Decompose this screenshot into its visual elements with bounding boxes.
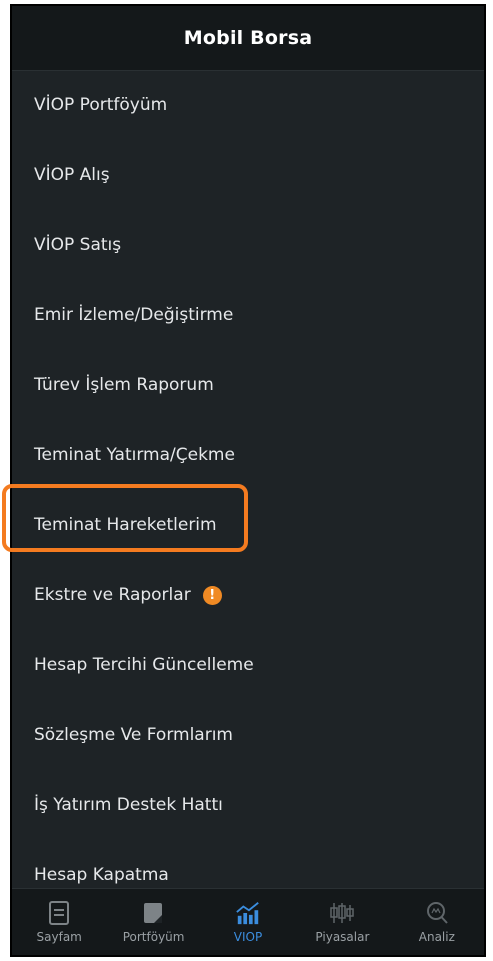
magnifier-icon — [424, 900, 450, 926]
tab-label: Analiz — [418, 930, 455, 944]
tab-label: Sayfam — [36, 930, 82, 944]
tab-label: VIOP — [233, 930, 263, 944]
menu-item-viop-alis[interactable]: VİOP Alış — [12, 145, 484, 205]
warning-badge-icon: ! — [202, 585, 222, 605]
menu-item-viop-satis[interactable]: VİOP Satış — [12, 215, 484, 275]
menu-item-destek-hatti[interactable]: İş Yatırım Destek Hattı — [12, 775, 484, 835]
menu-item-label: Hesap Kapatma — [34, 865, 169, 885]
tab-piyasalar[interactable]: Piyasalar — [295, 889, 389, 955]
menu-item-ekstre-ve-raporlar[interactable]: Ekstre ve Raporlar ! — [12, 565, 484, 625]
menu-item-label: Sözleşme Ve Formlarım — [34, 725, 233, 745]
phone-screen: Mobil Borsa VİOP Portföyüm VİOP Alış VİO… — [10, 4, 486, 957]
tab-sayfam[interactable]: Sayfam — [12, 889, 106, 955]
menu-item-sozlesme-ve-formlarim[interactable]: Sözleşme Ve Formlarım — [12, 705, 484, 765]
menu-item-label: Türev İşlem Raporum — [34, 375, 214, 395]
page-title: Mobil Borsa — [183, 27, 313, 49]
portfolio-icon — [141, 900, 167, 926]
menu-item-label: Emir İzleme/Değiştirme — [34, 305, 234, 325]
menu-item-label: İş Yatırım Destek Hattı — [34, 795, 223, 815]
menu-item-label: Teminat Yatırma/Çekme — [34, 445, 235, 465]
tab-analiz[interactable]: Analiz — [390, 889, 484, 955]
menu-item-teminat-hareketlerim[interactable]: Teminat Hareketlerim — [12, 495, 484, 555]
menu-item-viop-portfoyum[interactable]: VİOP Portföyüm — [12, 75, 484, 135]
menu-item-label: Ekstre ve Raporlar — [34, 585, 191, 605]
menu-item-label: Teminat Hareketlerim — [34, 515, 217, 535]
menu-item-teminat-yatirma-cekme[interactable]: Teminat Yatırma/Çekme — [12, 425, 484, 485]
tab-label: Piyasalar — [315, 930, 370, 944]
bottom-tab-bar: Sayfam Portföyüm VIOP Piyasalar Analiz — [12, 888, 484, 955]
candlestick-icon — [329, 900, 355, 926]
menu-item-label: VİOP Alış — [34, 165, 110, 185]
app-header: Mobil Borsa — [12, 6, 484, 71]
viop-chart-icon — [235, 900, 261, 926]
menu-item-label: Hesap Tercihi Güncelleme — [34, 655, 254, 675]
tab-label: Portföyüm — [122, 930, 185, 944]
tab-portfoyum[interactable]: Portföyüm — [106, 889, 200, 955]
menu-item-label: VİOP Satış — [34, 235, 122, 255]
tab-viop[interactable]: VIOP — [201, 889, 295, 955]
page-icon — [46, 900, 72, 926]
menu-item-emir-izleme[interactable]: Emir İzleme/Değiştirme — [12, 285, 484, 345]
menu-item-hesap-tercihi-guncelleme[interactable]: Hesap Tercihi Güncelleme — [12, 635, 484, 695]
menu-item-label: VİOP Portföyüm — [34, 95, 168, 115]
menu-item-turev-islem-raporum[interactable]: Türev İşlem Raporum — [12, 355, 484, 415]
